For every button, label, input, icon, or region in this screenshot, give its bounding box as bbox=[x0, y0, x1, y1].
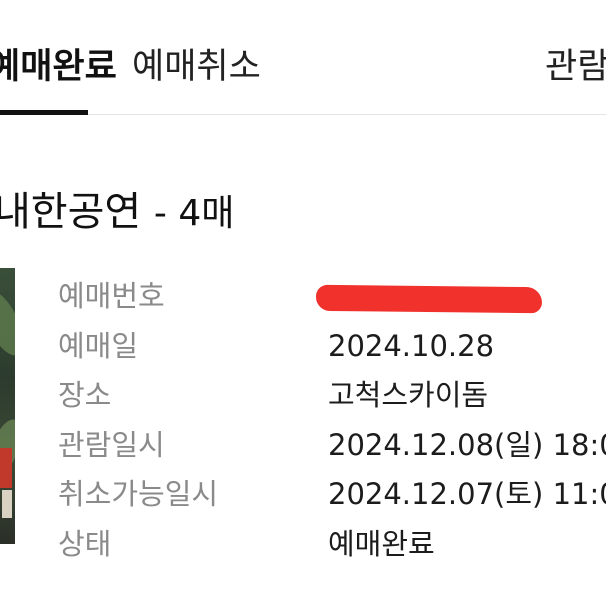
detail-label: 예매일 bbox=[58, 329, 139, 363]
detail-row-venue: 장소 고척스카이돔 bbox=[0, 371, 606, 419]
detail-value: 2024.10.28 bbox=[328, 329, 495, 363]
detail-label: 예매번호 bbox=[58, 279, 165, 313]
event-name: 내한공연 bbox=[0, 189, 142, 235]
booking-detail-page: 예매완료 예매취소 관람 내한공연 - 4매 예매번호 예매일 2024.10.… bbox=[0, 0, 606, 606]
tab-viewing[interactable]: 관람 bbox=[545, 44, 606, 90]
detail-row-status: 상태 예매완료 bbox=[0, 520, 606, 568]
event-title: 내한공연 - 4매 bbox=[0, 187, 234, 239]
detail-row-cancel-deadline: 취소가능일시 2024.12.07(토) 11:0 bbox=[0, 470, 606, 518]
tab-booking-cancel[interactable]: 예매취소 bbox=[132, 44, 261, 90]
tab-booking-complete[interactable]: 예매완료 bbox=[0, 44, 117, 90]
tab-bar: 예매완료 예매취소 관람 bbox=[0, 0, 606, 115]
detail-row-show-datetime: 관람일시 2024.12.08(일) 18:0 bbox=[0, 421, 606, 469]
detail-value: 2024.12.07(토) 11:0 bbox=[328, 477, 606, 511]
detail-label: 상태 bbox=[58, 527, 112, 561]
detail-row-booking-number: 예매번호 bbox=[0, 272, 606, 320]
detail-value: 고척스카이돔 bbox=[328, 378, 489, 412]
detail-label: 관람일시 bbox=[58, 428, 165, 462]
detail-row-booking-date: 예매일 2024.10.28 bbox=[0, 322, 606, 370]
ticket-count: - 4매 bbox=[153, 193, 235, 234]
active-tab-indicator bbox=[0, 110, 88, 115]
redacted-booking-number bbox=[315, 284, 543, 314]
detail-label: 취소가능일시 bbox=[58, 477, 219, 511]
detail-label: 장소 bbox=[58, 378, 112, 412]
detail-value: 2024.12.08(일) 18:0 bbox=[328, 428, 606, 462]
status-value: 예매완료 bbox=[328, 527, 435, 561]
